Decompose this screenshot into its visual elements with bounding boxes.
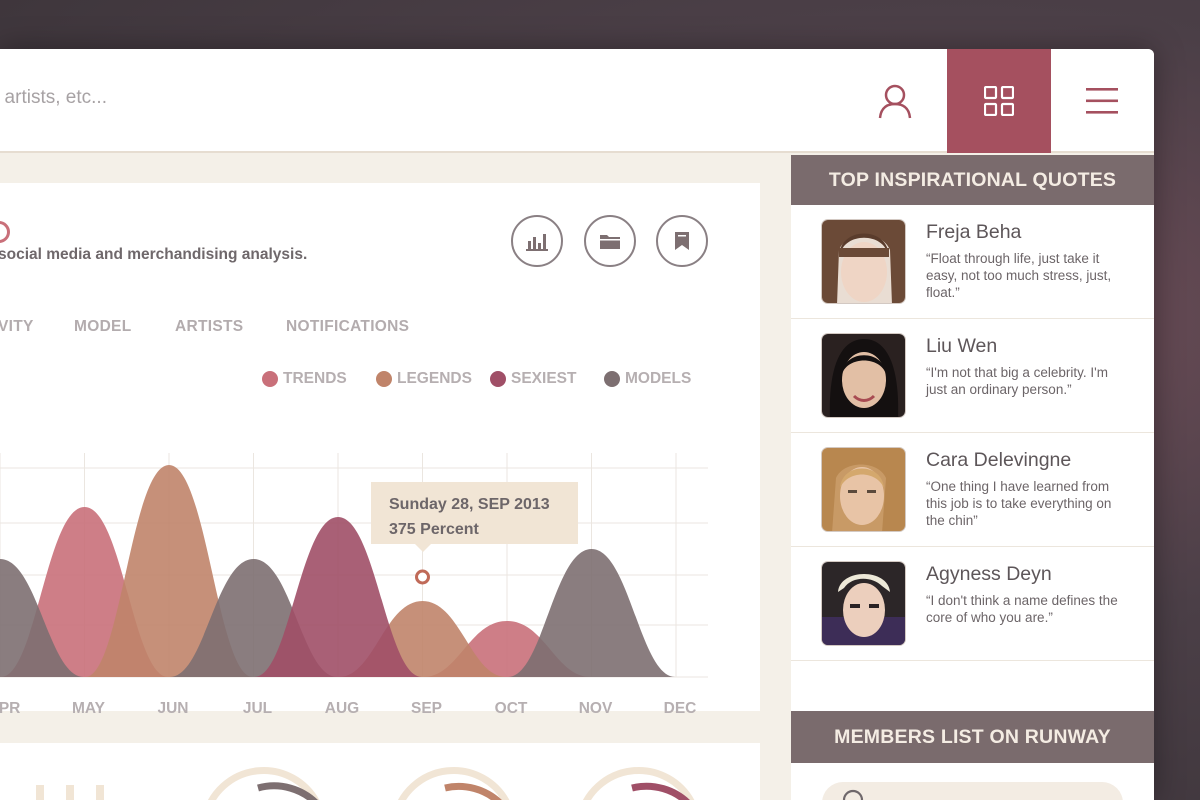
sidebar: TOP INSPIRATIONAL QUOTES Freja Beha “Flo… bbox=[791, 155, 1154, 800]
analytics-card: social media and merchandising analysis. bbox=[0, 183, 760, 717]
folder-button[interactable] bbox=[584, 215, 636, 267]
search-input[interactable]: , artists, etc... bbox=[0, 87, 107, 109]
quote-author: Freja Beha bbox=[926, 221, 1022, 243]
quote-author: Liu Wen bbox=[926, 335, 998, 357]
x-tick-label: APR bbox=[0, 700, 21, 717]
status-ring-icon bbox=[0, 221, 10, 243]
quote-author: Cara Delevingne bbox=[926, 449, 1072, 471]
tooltip-value: 375 Percent bbox=[389, 521, 479, 538]
grid-view-button[interactable] bbox=[947, 49, 1051, 153]
quote-item[interactable]: Agyness Deyn “I don't think a name defin… bbox=[791, 547, 1154, 661]
x-tick-label: NOV bbox=[578, 700, 613, 717]
quote-text: “One thing I have learned from this job … bbox=[926, 479, 1112, 528]
bar-chart-icon bbox=[526, 234, 548, 251]
x-tick-label: DEC bbox=[663, 700, 697, 717]
avatar bbox=[821, 561, 906, 646]
x-tick-label: SEP bbox=[410, 700, 443, 717]
legend-models[interactable]: MODELS bbox=[604, 370, 691, 388]
menu-button[interactable] bbox=[1050, 49, 1154, 153]
quote-item[interactable]: Cara Delevingne “One thing I have learne… bbox=[791, 433, 1154, 547]
quotes-header: TOP INSPIRATIONAL QUOTES bbox=[791, 155, 1154, 205]
dashboard-window: , artists, etc... social media and merch… bbox=[0, 49, 1154, 800]
x-tick-label: MAY bbox=[71, 700, 106, 717]
highlight-point bbox=[415, 569, 430, 585]
tab-artists[interactable]: ARTISTS bbox=[175, 318, 243, 336]
legend-dot bbox=[376, 371, 392, 387]
legend-label: LEGENDS bbox=[397, 370, 472, 387]
legend-dot bbox=[262, 371, 278, 387]
member-search-input[interactable] bbox=[822, 782, 1123, 800]
grid-icon bbox=[984, 86, 1014, 116]
legend-sexiest[interactable]: SEXIEST bbox=[490, 370, 576, 388]
legend-dot bbox=[604, 371, 620, 387]
x-tick-label: AUG bbox=[324, 700, 360, 717]
legend-trends[interactable]: TRENDS bbox=[262, 370, 347, 388]
menu-icon bbox=[1086, 88, 1118, 114]
donut-charts bbox=[36, 766, 695, 800]
x-tick-label: JUN bbox=[157, 700, 189, 717]
legend-legends[interactable]: LEGENDS bbox=[376, 370, 472, 388]
top-bar: , artists, etc... bbox=[0, 49, 1154, 153]
chart-button[interactable] bbox=[511, 215, 563, 267]
chart-tooltip: Sunday 28, SEP 2013 375 Percent bbox=[371, 482, 578, 552]
tab-model[interactable]: MODEL bbox=[74, 318, 131, 336]
user-icon bbox=[878, 84, 912, 119]
members-header: MEMBERS LIST ON RUNWAY bbox=[791, 711, 1154, 763]
card-subtitle: social media and merchandising analysis. bbox=[0, 246, 308, 263]
tab-notifications[interactable]: NOTIFICATIONS bbox=[286, 318, 409, 336]
quote-item[interactable]: Liu Wen “I'm not that big a celebrity. I… bbox=[791, 319, 1154, 433]
legend-label: MODELS bbox=[625, 370, 692, 387]
bookmark-button[interactable] bbox=[656, 215, 708, 267]
folder-icon bbox=[600, 235, 620, 249]
avatar bbox=[821, 333, 906, 418]
quote-text: “I'm not that big a celebrity. I'm just … bbox=[926, 365, 1108, 397]
avatar bbox=[821, 219, 906, 304]
x-tick-label: JUL bbox=[242, 700, 273, 717]
bookmark-icon bbox=[675, 232, 689, 250]
quote-item[interactable]: Freja Beha “Float through life, just tak… bbox=[791, 205, 1154, 319]
area-peak-models bbox=[507, 549, 676, 677]
search-icon bbox=[842, 789, 864, 800]
tooltip-date: Sunday 28, SEP 2013 bbox=[389, 496, 550, 513]
legend-label: SEXIEST bbox=[511, 370, 577, 387]
tab-activity[interactable]: VITY bbox=[0, 318, 34, 336]
quote-text: “I don't think a name defines the core o… bbox=[926, 593, 1118, 625]
user-button[interactable] bbox=[843, 49, 947, 153]
stats-card bbox=[0, 743, 760, 800]
quote-text: “Float through life, just take it easy, … bbox=[926, 251, 1112, 300]
quote-author: Agyness Deyn bbox=[926, 563, 1052, 585]
legend-dot bbox=[490, 371, 506, 387]
x-tick-label: OCT bbox=[494, 700, 528, 717]
legend-label: TRENDS bbox=[283, 370, 347, 387]
avatar bbox=[821, 447, 906, 532]
